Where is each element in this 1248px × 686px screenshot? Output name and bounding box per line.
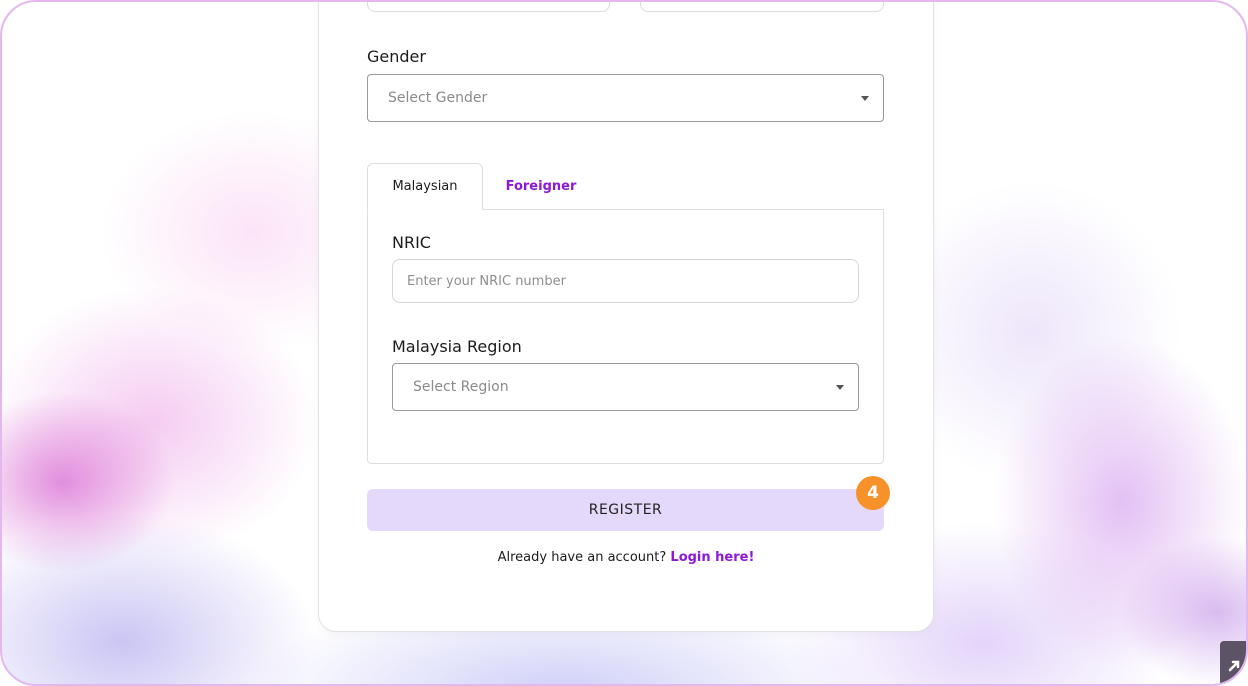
login-prompt: Already have an account? Login here! xyxy=(318,550,934,565)
region-select[interactable]: Select Region xyxy=(392,363,859,411)
gender-label: Gender xyxy=(367,47,426,66)
nric-input[interactable] xyxy=(392,259,859,303)
chevron-down-icon xyxy=(836,385,844,390)
gender-select[interactable]: Select Gender xyxy=(367,74,884,122)
region-select-value: Select Region xyxy=(413,379,509,395)
previous-field-left[interactable] xyxy=(367,2,610,12)
login-link[interactable]: Login here! xyxy=(670,550,754,565)
login-prompt-text: Already have an account? xyxy=(497,550,667,565)
chevron-down-icon xyxy=(861,96,869,101)
page-background: Gender Select Gender Malaysian Foreigner… xyxy=(0,0,1248,686)
gender-select-value: Select Gender xyxy=(388,90,488,106)
region-label: Malaysia Region xyxy=(392,337,522,356)
tab-foreigner[interactable]: Foreigner xyxy=(483,163,599,209)
nric-label: NRIC xyxy=(392,233,431,252)
register-button[interactable]: REGISTER xyxy=(367,489,884,531)
previous-field-right[interactable] xyxy=(640,2,884,12)
corner-button[interactable] xyxy=(1220,641,1246,684)
step-badge: 4 xyxy=(856,476,890,510)
tab-malaysian[interactable]: Malaysian xyxy=(367,163,483,210)
arrow-icon xyxy=(1228,660,1240,671)
